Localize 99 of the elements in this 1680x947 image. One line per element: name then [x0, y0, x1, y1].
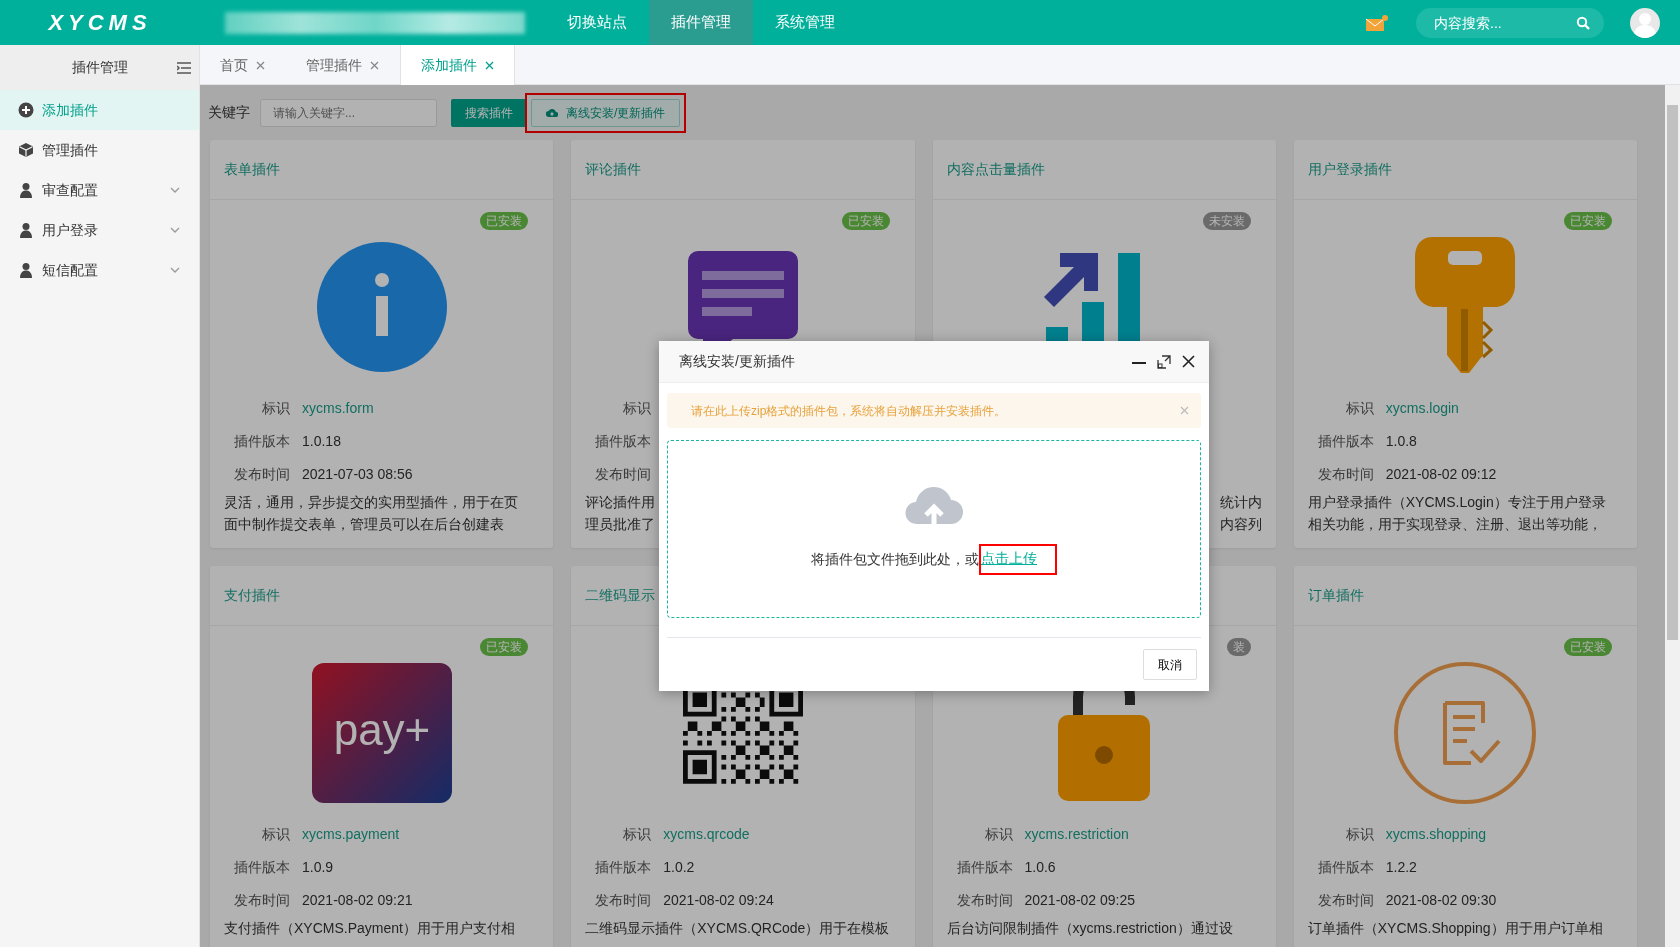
status-label: 已安装 — [480, 212, 529, 230]
field-label: 发布时间 — [1316, 891, 1374, 910]
field-value: 2021-08-02 09:24 — [663, 891, 774, 910]
description: 后台访问限制插件（xycms.restriction）通过设 — [946, 919, 1234, 938]
scrollbar-thumb[interactable] — [1667, 105, 1678, 640]
description: 用户登录插件（XYCMS.Login）专注于用户登录 相关功能，用于实现登录、注册、退出等功能， — [1307, 493, 1607, 534]
payment-logo: pay+ — [311, 663, 452, 803]
tab[interactable]: 管理插件 — [286, 45, 400, 85]
nav-item[interactable]: 插件管理 — [649, 0, 753, 45]
upload-button[interactable]: 离线安装/更新插件 — [531, 98, 681, 127]
search-field[interactable]: 内容搜索... — [1416, 7, 1604, 38]
description: 评论插件用 理员批准了 — [585, 493, 657, 534]
status-label: 装 — [1226, 638, 1251, 656]
field-label: 标识 — [261, 399, 290, 418]
field-label: 发布时间 — [594, 465, 652, 484]
field-label: 标识 — [1344, 825, 1374, 844]
drop-hint: 将插件包文件拖到此处，或 — [811, 549, 979, 569]
description: 二维码显示插件（XYCMS.QRCode）用于在模板 — [585, 919, 891, 938]
field-label: 关键字 — [208, 103, 250, 122]
status-label: 已安装 — [480, 638, 529, 656]
field-label: 标识 — [983, 825, 1013, 844]
field-value: 1.2.2 — [1385, 858, 1417, 877]
status-label: 已安装 — [1564, 212, 1612, 230]
search-button[interactable]: 搜索插件 — [451, 98, 527, 127]
field-label: 标识 — [1344, 399, 1374, 418]
card-title: 表单插件 — [224, 160, 280, 179]
field-value: 1.0.6 — [1024, 858, 1056, 877]
card-title: 内容点击量插件 — [946, 160, 1045, 179]
field-value: 2021-08-02 09:25 — [1024, 891, 1136, 910]
info-icon — [316, 242, 447, 372]
drop-zone[interactable]: 将插件包文件拖到此处，或 点击上传 — [667, 440, 1201, 618]
tab[interactable]: 添加插件 — [400, 45, 515, 85]
maximize-icon[interactable] — [1157, 354, 1171, 369]
field-value: 1.0.2 — [663, 858, 695, 877]
field-value: xycms.qrcode — [663, 825, 750, 844]
field-label: 插件版本 — [594, 858, 652, 877]
sidebar-item[interactable]: 短信配置 — [0, 250, 199, 290]
field-label: 发布时间 — [594, 891, 652, 910]
field-value: 2021-08-02 09:30 — [1385, 891, 1497, 910]
field-label: 插件版本 — [1316, 432, 1374, 451]
sidebar-item[interactable]: 审查配置 — [0, 170, 199, 210]
field-value: 2021-08-02 09:12 — [1385, 465, 1497, 484]
field-label: 插件版本 — [955, 858, 1013, 877]
tab[interactable]: 首页 — [200, 45, 286, 85]
field-label: 发布时间 — [955, 891, 1013, 910]
field-value: xycms.payment — [302, 825, 400, 844]
mail-icon — [1366, 14, 1388, 31]
field-value: xycms.restriction — [1024, 825, 1129, 844]
search-icon[interactable] — [1576, 15, 1590, 30]
field-value: 2021-08-02 09:21 — [302, 891, 413, 910]
description: 统计内 内容列 — [1218, 493, 1262, 534]
field-label: 发布时间 — [1316, 465, 1374, 484]
cancel-button[interactable]: 取消 — [1143, 649, 1197, 680]
sidebar-title: 插件管理 — [71, 58, 128, 77]
field-value: xycms.form — [302, 399, 374, 418]
field-value: xycms.login — [1385, 399, 1459, 418]
card-title: 订单插件 — [1307, 586, 1364, 605]
field-label: 标识 — [622, 399, 652, 418]
field-value: 1.0.8 — [1385, 432, 1417, 451]
card-title: 二维码显示 — [585, 586, 656, 605]
menu-icon[interactable] — [177, 62, 191, 74]
scrollbar[interactable] — [1665, 85, 1680, 947]
close-icon[interactable] — [1182, 355, 1195, 368]
status-label: 未安装 — [1202, 212, 1251, 230]
cube-icon — [18, 142, 34, 158]
user-icon — [18, 262, 34, 278]
alert-message: 请在此上传zip格式的插件包，系统将自动解压并安装插件。 — [691, 402, 1007, 420]
user-icon — [18, 222, 34, 238]
logo: XYCMS — [47, 9, 153, 37]
field-value: 1.0.9 — [302, 858, 334, 877]
field-label: 发布时间 — [233, 465, 290, 484]
description: 灵活，通用，异步提交的实用型插件，用于在页 面中制作提交表单，管理员可以在后台创建表 — [224, 493, 519, 534]
sidebar-item[interactable]: 管理插件 — [0, 130, 199, 170]
card-title: 用户登录插件 — [1307, 160, 1392, 179]
field-value: 1.0.18 — [302, 432, 341, 451]
dialog-title: 离线安装/更新插件 — [679, 352, 795, 371]
plus-circle-icon — [18, 102, 34, 118]
card-title: 支付插件 — [224, 586, 280, 605]
avatar[interactable] — [1630, 7, 1660, 38]
field-label: 插件版本 — [233, 858, 290, 877]
cloud-upload-icon — [546, 107, 558, 118]
sidebar-item[interactable]: 用户登录 — [0, 210, 199, 250]
status-label: 已安装 — [841, 212, 890, 230]
field-label: 插件版本 — [1316, 858, 1374, 877]
field-label: 标识 — [261, 825, 290, 844]
field-label: 插件版本 — [233, 432, 290, 451]
field-value: 2021-07-03 08:56 — [302, 465, 413, 484]
keyword-field[interactable]: 请输入关键字... — [260, 98, 437, 127]
field-label: 标识 — [622, 825, 652, 844]
field-label: 插件版本 — [594, 432, 652, 451]
status-label: 已安装 — [1564, 638, 1612, 656]
sidebar-item[interactable]: 添加插件 — [0, 90, 199, 130]
document-check-icon — [1393, 661, 1538, 805]
field-label: 发布时间 — [233, 891, 290, 910]
card-title: 评论插件 — [585, 160, 642, 179]
description: 订单插件（XYCMS.Shopping）用于用户订单相 — [1307, 919, 1604, 938]
user-icon — [18, 182, 34, 198]
description: 支付插件（XYCMS.Payment）用于用户支付相 — [224, 919, 516, 938]
field-value: xycms.shopping — [1385, 825, 1487, 844]
